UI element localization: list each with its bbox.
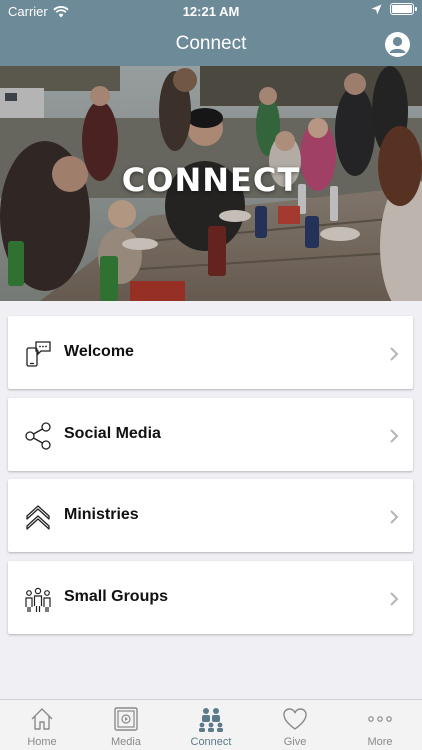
tab-give[interactable]: Give [253, 700, 337, 750]
menu-item-label: Social Media [64, 425, 161, 442]
tab-label: Give [283, 736, 307, 748]
page-title: Connect [175, 33, 247, 54]
hero-banner: CONNECT [0, 66, 422, 301]
user-circle-icon[interactable] [385, 32, 410, 57]
share-icon [25, 422, 51, 450]
tab-media[interactable]: Media [84, 700, 168, 750]
tab-label: Media [111, 736, 141, 748]
tab-label: More [367, 736, 393, 748]
location-arrow-icon [371, 4, 382, 14]
chevron-right-icon [390, 429, 399, 443]
menu-item-label: Small Groups [64, 588, 169, 605]
battery-icon [390, 3, 417, 15]
home-icon [31, 708, 53, 730]
media-icon [114, 707, 138, 731]
more-dots-icon [368, 716, 392, 722]
double-chevron-up-icon [26, 505, 50, 530]
menu-item-small-groups[interactable]: Small Groups [8, 561, 413, 634]
menu-item-label: Ministries [64, 506, 139, 523]
people-group-icon [25, 587, 51, 612]
tab-label: Home [27, 736, 57, 748]
tab-more[interactable]: More [338, 700, 422, 750]
chevron-right-icon [390, 510, 399, 524]
connect-icon [199, 708, 223, 732]
menu-item-ministries[interactable]: Ministries [8, 479, 413, 552]
hero-title: CONNECT [121, 161, 301, 199]
menu-item-welcome[interactable]: Welcome [8, 316, 413, 389]
tab-bar: Home Media Connect Give More [0, 699, 422, 750]
menu-item-social-media[interactable]: Social Media [8, 398, 413, 471]
chevron-right-icon [390, 347, 399, 361]
status-bar: Carrier 12:21 AM [0, 0, 422, 22]
tab-label: Connect [190, 736, 232, 748]
chevron-right-icon [390, 592, 399, 606]
chat-phone-icon [26, 341, 51, 367]
status-right [371, 3, 417, 15]
tab-home[interactable]: Home [0, 700, 84, 750]
tab-connect[interactable]: Connect [169, 700, 253, 750]
top-bar: Carrier 12:21 AM Connect [0, 0, 422, 66]
menu-item-label: Welcome [64, 343, 134, 360]
status-time: 12:21 AM [182, 4, 240, 19]
heart-icon [283, 708, 307, 730]
